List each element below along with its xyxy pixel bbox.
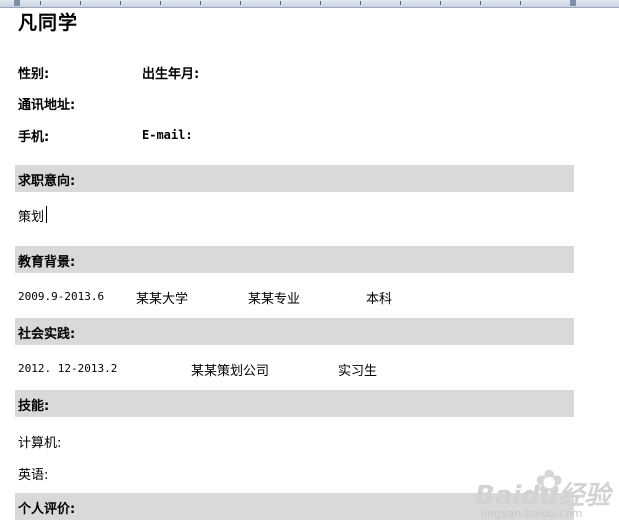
email-label: E-mail: <box>142 128 193 142</box>
ruler-tick <box>280 1 281 5</box>
ruler-tick <box>200 1 201 5</box>
watermark-site: jingyan.baidu.com <box>481 507 583 520</box>
practice-period: 2012. 12-2013.2 <box>18 362 118 375</box>
ruler-tick <box>440 1 441 5</box>
practice-role: 实习生 <box>338 364 378 379</box>
section-header: 技能: <box>18 399 50 414</box>
ruler-tick <box>40 1 41 5</box>
address-label: 通讯地址: <box>18 98 76 113</box>
ruler-tick <box>400 1 401 5</box>
ruler-tick <box>120 1 121 5</box>
ruler-tick <box>160 1 161 5</box>
section-objective: 求职意向: <box>15 165 574 192</box>
section-header: 求职意向: <box>18 174 76 189</box>
section-education: 教育背景: <box>15 246 574 273</box>
skill-computer: 计算机: <box>18 436 62 451</box>
resume-name: 凡同学 <box>18 12 79 34</box>
phone-label: 手机: <box>18 130 50 145</box>
section-header: 教育背景: <box>18 255 76 270</box>
birth-label: 出生年月: <box>142 67 200 82</box>
ruler-tick <box>480 1 481 5</box>
practice-company: 某某策划公司 <box>191 364 270 379</box>
ruler-tick <box>360 1 361 5</box>
education-degree: 本科 <box>366 292 393 307</box>
objective-content[interactable]: 策划 <box>18 206 44 225</box>
text-cursor <box>46 206 47 223</box>
ruler-tick <box>320 1 321 5</box>
education-period: 2009.9-2013.6 <box>18 290 105 303</box>
education-school: 某某大学 <box>136 292 189 307</box>
baidu-watermark: ✿ Baidu经验 jingyan.baidu.com <box>475 463 615 525</box>
education-major: 某某专业 <box>248 292 301 307</box>
ruler <box>0 0 619 8</box>
ruler-indent-marker[interactable] <box>570 0 576 6</box>
ruler-tick <box>520 1 521 5</box>
gender-label: 性别: <box>18 67 50 82</box>
ruler-tick <box>240 1 241 5</box>
ruler-indent-marker[interactable] <box>14 0 20 6</box>
section-header: 个人评价: <box>18 502 76 517</box>
section-skills: 技能: <box>15 390 574 417</box>
section-practice: 社会实践: <box>15 318 574 345</box>
skill-english: 英语: <box>18 468 49 483</box>
ruler-tick <box>80 1 81 5</box>
section-header: 社会实践: <box>18 327 76 342</box>
